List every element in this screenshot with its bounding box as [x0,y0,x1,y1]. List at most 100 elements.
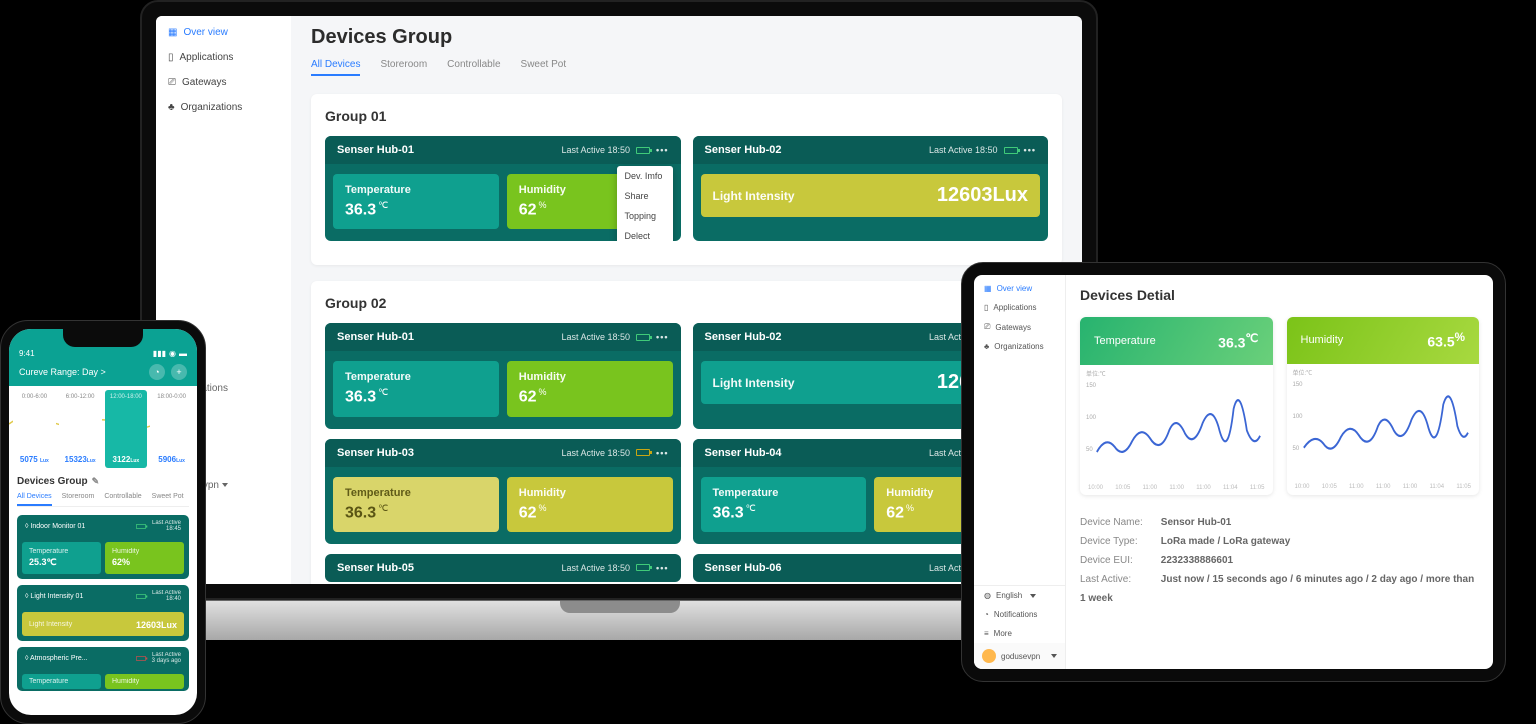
sidebar-item-more[interactable]: ≡More [974,624,1065,643]
sidebar-item-label: Applications [180,52,234,63]
laptop-screen: ▦ Over view ▯ Applications ⎚ Gateways ♣ … [156,16,1082,584]
battery-icon [136,594,146,599]
tab-sweet-pot[interactable]: Sweet Pot [152,493,184,506]
sensor-icon: ◊ [25,655,28,662]
org-icon: ♣ [984,342,989,351]
tab-controllable[interactable]: Controllable [104,493,141,506]
sidebar-item-applications[interactable]: ▯Applications [974,298,1065,317]
segment[interactable]: 0:00-6:005075 Lux [13,390,56,468]
more-icon[interactable]: ••• [656,448,668,458]
curve-range-bar: Cureve Range: Day > ◔ + [19,364,187,380]
tablet-sidebar: ▦Over view ▯Applications ⎚Gateways ♣Orga… [974,275,1066,669]
hub-header: Senser Hub-02 Last Active 18:50 ••• [693,136,1049,164]
sensor-hub-card[interactable]: Senser Hub-02 Last Active 18:50 ••• Ligh… [693,136,1049,241]
phone-notch [63,329,143,347]
tab-all-devices[interactable]: All Devices [311,59,360,76]
device-card[interactable]: ◊ Indoor Monitor 01 Last Active18:45 Tem… [17,515,189,579]
sensor-hub-card[interactable]: Senser Hub-01 Last Active 18:50••• Tempe… [325,323,681,428]
bell-icon[interactable]: ◔ [149,364,165,380]
tab-storeroom[interactable]: Storeroom [380,59,427,76]
menu-topping[interactable]: Topping [617,206,673,226]
battery-icon [136,656,146,661]
more-icon[interactable]: ••• [656,145,668,155]
tab-storeroom[interactable]: Storeroom [62,493,95,506]
tablet-screen: ▦Over view ▯Applications ⎚Gateways ♣Orga… [974,275,1493,669]
group-title: Group 01 [325,108,1048,124]
phone-icon: ▯ [984,303,988,312]
device-card[interactable]: ◊ Atmospheric Pre... Last Active3 days a… [17,647,189,691]
edit-icon[interactable]: ✎ [92,476,100,487]
sidebar-item-gateways[interactable]: ⎚Gateways [974,317,1065,337]
add-icon[interactable]: + [171,364,187,380]
phone-tabs: All Devices Storeroom Controllable Sweet… [17,493,189,507]
metric-humidity: Humidity62% [507,477,673,532]
detail-card-temperature[interactable]: Temperature36.3℃ 单位:℃ 150 100 50 10:0010… [1080,317,1273,495]
page-title: Devices Group [311,26,1062,49]
sidebar-item-overview[interactable]: ▦Over view [974,279,1065,298]
more-icon: ≡ [984,629,989,638]
metric-humidity: Humidity [105,674,184,689]
user-profile[interactable]: godusevpn [974,643,1065,669]
sidebar-item-english[interactable]: ◍English [974,586,1065,605]
group-card: Group 01 Senser Hub-01 Last Active 18:50… [311,94,1062,265]
battery-icon: ▬ [179,349,187,358]
org-icon: ♣ [168,102,175,113]
sensor-hub-card[interactable]: Senser Hub-03 Last Active 18:50••• Tempe… [325,439,681,544]
metric-temperature: Temperature36.3℃ [701,477,867,532]
sidebar-item-organizations[interactable]: ♣ Organizations [156,95,291,120]
tab-all-devices[interactable]: All Devices [17,493,52,506]
last-active: Last Active 18:50 [929,145,998,155]
laptop-bezel: ▦ Over view ▯ Applications ⎚ Gateways ♣ … [140,0,1098,600]
more-icon[interactable]: ••• [656,563,668,573]
curve-range-label[interactable]: Cureve Range: Day > [19,367,106,377]
segment-active[interactable]: 12:00-18:003122Lux [105,390,148,468]
battery-icon [636,147,650,154]
segment[interactable]: 18:00-0:005906Lux [150,390,193,468]
chart-x-labels: 10:0010:0511:0011:0011:0011:0411:05 [1287,484,1480,494]
metric-temperature: Temperature [22,674,101,689]
device-card[interactable]: ◊ Light Intensity 01 Last Active18:40 Li… [17,585,189,641]
device-tabs: All Devices Storeroom Controllable Sweet… [311,59,1062,76]
time-segments: 0:00-6:005075 Lux 6:00-12:0015323Lux 12:… [9,386,197,468]
group-card: Group 02 Senser Hub-01 Last Active 18:50… [311,281,1062,584]
sidebar-item-organizations[interactable]: ♣Organizations [974,337,1065,356]
group-title: Group 02 [325,295,1048,311]
segment[interactable]: 6:00-12:0015323Lux [59,390,102,468]
metric-temperature: Temperature36.3℃ [333,361,499,416]
battery-icon [136,524,146,529]
sidebar-item-gateways[interactable]: ⎚ Gateways [156,70,291,95]
grid-icon: ▦ [984,284,992,293]
battery-icon [636,449,650,456]
menu-dev-info[interactable]: Dev. Imfo [617,166,673,186]
menu-share[interactable]: Share [617,186,673,206]
more-icon[interactable]: ••• [1024,145,1036,155]
tablet-main: Devices Detial Temperature36.3℃ 单位:℃ 150… [1066,275,1493,669]
router-icon: ⎚ [168,77,176,88]
sensor-hub-card[interactable]: Senser Hub-01 Last Active 18:50 ••• Temp… [325,136,681,241]
sensor-hub-card[interactable]: Senser Hub-05 Last Active 18:50••• [325,554,681,582]
line-chart [1088,371,1265,479]
metric-temperature: Temperature36.3℃ [333,477,499,532]
context-menu: Dev. Imfo Share Topping Delect Rename [617,166,673,241]
last-active: Last Active 18:50 [562,145,631,155]
detail-card-humidity[interactable]: Humidity63.5% 单位:℃ 150 100 50 10:0010:05… [1287,317,1480,495]
chart-x-labels: 10:0010:0511:0011:0011:0011:0411:05 [1080,485,1273,495]
sidebar-item-label: Over view [183,27,227,38]
line-chart [1295,370,1472,478]
avatar [982,649,996,663]
phone-screen: 9:41 ▮▮▮◉▬ Cureve Range: Day > ◔ + 0:00-… [9,329,197,715]
sensor-icon: ◊ [25,523,28,530]
battery-icon [1004,147,1018,154]
status-time: 9:41 [19,349,35,358]
sidebar-item-overview[interactable]: ▦ Over view [156,20,291,45]
wifi-icon: ◉ [169,349,176,358]
menu-delect[interactable]: Delect [617,226,673,241]
signal-icon: ▮▮▮ [153,349,166,358]
more-icon[interactable]: ••• [656,332,668,342]
sidebar-item-applications[interactable]: ▯ Applications [156,45,291,70]
hub-name: Senser Hub-01 [337,144,414,156]
sidebar-item-notifications[interactable]: ◔Notifications [974,605,1065,624]
sensor-icon: ◊ [25,593,28,600]
tab-sweet-pot[interactable]: Sweet Pot [521,59,567,76]
tab-controllable[interactable]: Controllable [447,59,500,76]
